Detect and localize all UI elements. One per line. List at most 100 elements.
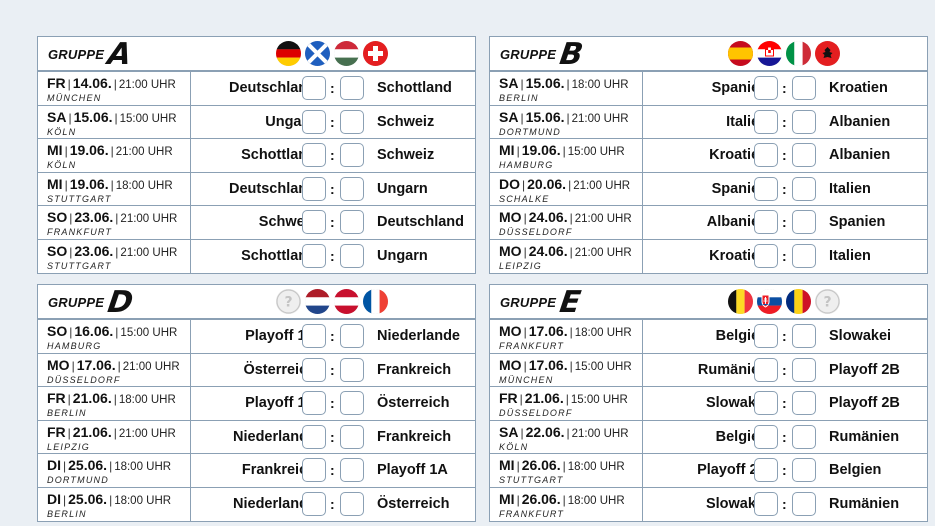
match-day: DI [47, 457, 61, 473]
away-team: Playoff 1A [377, 462, 448, 478]
score-separator: : [330, 462, 335, 478]
group-label: GRUPPE [500, 295, 557, 310]
away-score-input[interactable] [340, 324, 364, 348]
home-score-input[interactable] [302, 357, 326, 382]
home-score-input[interactable] [754, 491, 778, 516]
away-score-input[interactable] [340, 458, 364, 482]
away-score-input[interactable] [340, 176, 364, 201]
away-score-input[interactable] [792, 424, 816, 449]
away-score-input[interactable] [792, 143, 816, 167]
away-score-input[interactable] [792, 210, 816, 234]
away-score-input[interactable] [792, 491, 816, 516]
separator: | [562, 144, 566, 158]
match-info: FR | 21.06. | 18:00 UHR BERLIN [38, 387, 191, 420]
match-date: 17.06. [76, 356, 116, 373]
match-row: MO | 17.06. | 15:00 UHR MÜNCHEN Rumänien : P… [490, 353, 927, 387]
match-date: 23.06. [74, 242, 114, 259]
home-score-input[interactable] [302, 76, 326, 100]
match-fixture: Frankreich : Playoff 1A [191, 454, 475, 487]
home-score-input[interactable] [754, 143, 778, 167]
match-day: FR [47, 423, 66, 440]
home-score-input[interactable] [754, 458, 778, 482]
match-info: MO | 17.06. | 15:00 UHR MÜNCHEN [490, 353, 643, 386]
away-team: Deutschland [377, 214, 465, 230]
separator: | [523, 211, 527, 225]
match-date: 16.06. [74, 323, 114, 339]
away-team: Italien [829, 180, 871, 197]
romania-flag-icon [786, 289, 811, 314]
home-score-input[interactable] [302, 210, 326, 234]
away-score-input[interactable] [340, 143, 364, 167]
match-time: 21:00 UHR [573, 179, 631, 192]
match-time: 15:00 UHR [570, 394, 628, 406]
away-score-input[interactable] [792, 76, 816, 100]
home-score-input[interactable] [302, 243, 326, 268]
match-info: MI | 19.06. | 18:00 UHR STUTTGART [38, 172, 191, 205]
match-day: SA [47, 108, 67, 125]
separator: | [569, 211, 573, 225]
separator: | [569, 244, 573, 259]
croatia-flag-icon [757, 41, 782, 66]
match-info: DI | 25.06. | 18:00 UHR DORTMUND [38, 454, 191, 487]
score-separator: : [330, 428, 335, 445]
match-date: 15.06. [525, 75, 565, 91]
match-row: MO | 17.06. | 21:00 UHR DÜSSELDORF Österreic… [38, 353, 475, 387]
home-score-input[interactable] [754, 243, 778, 268]
away-score-input[interactable] [792, 176, 816, 201]
home-score-input[interactable] [302, 424, 326, 449]
away-score-input[interactable] [340, 210, 364, 234]
group-header: GRUPPE A [38, 37, 475, 72]
home-score-input[interactable] [754, 109, 778, 134]
away-score-input[interactable] [792, 458, 816, 482]
away-score-input[interactable] [340, 491, 364, 516]
group-flags: ? [276, 289, 388, 314]
match-info: DI | 25.06. | 18:00 UHR BERLIN [38, 487, 191, 521]
home-score-input[interactable] [302, 109, 326, 134]
home-score-input[interactable] [754, 391, 778, 415]
away-score-input[interactable] [792, 357, 816, 382]
match-date: 19.06. [69, 175, 109, 192]
home-score-input[interactable] [754, 424, 778, 449]
home-score-input[interactable] [754, 76, 778, 100]
away-score-input[interactable] [792, 109, 816, 134]
match-day: SA [499, 423, 519, 440]
away-score-input[interactable] [340, 424, 364, 449]
separator: | [520, 110, 524, 125]
match-day: MO [47, 356, 70, 373]
score-separator: : [782, 247, 787, 264]
away-score-input[interactable] [340, 243, 364, 268]
away-score-input[interactable] [792, 243, 816, 268]
home-score-input[interactable] [754, 324, 778, 348]
home-score-input[interactable] [754, 176, 778, 201]
match-row: DI | 25.06. | 18:00 UHR DORTMUND Frankreich … [38, 454, 475, 488]
away-team: Rumänien [829, 495, 900, 512]
scotland-flag-icon [305, 41, 330, 66]
away-score-input[interactable] [792, 391, 816, 415]
home-score-input[interactable] [302, 324, 326, 348]
home-score-input[interactable] [302, 176, 326, 201]
match-date: 25.06. [68, 457, 108, 473]
home-score-input[interactable] [754, 357, 778, 382]
match-fixture: Slowakei : Playoff 2B [643, 387, 927, 420]
away-score-input[interactable] [792, 324, 816, 348]
away-score-input[interactable] [340, 76, 364, 100]
albania-flag-icon [815, 41, 840, 66]
home-score-input[interactable] [302, 491, 326, 516]
home-score-input[interactable] [754, 210, 778, 234]
away-team: Frankreich [377, 361, 452, 378]
away-team: Frankreich [377, 428, 452, 445]
match-time: 15:00 UHR [119, 112, 177, 125]
away-score-input[interactable] [340, 109, 364, 134]
separator: | [117, 358, 121, 373]
away-score-input[interactable] [340, 391, 364, 415]
away-score-input[interactable] [340, 357, 364, 382]
home-score-input[interactable] [302, 391, 326, 415]
home-score-input[interactable] [302, 143, 326, 167]
match-info: DO | 20.06. | 21:00 UHR SCHALKE [490, 172, 643, 205]
match-info: SA | 22.06. | 21:00 UHR KÖLN [490, 420, 643, 453]
unknown-flag-icon: ? [276, 289, 301, 314]
away-team: Kroatien [829, 80, 888, 96]
match-time: 21:00 UHR [574, 213, 632, 225]
home-score-input[interactable] [302, 458, 326, 482]
away-team: Albanien [829, 113, 891, 130]
